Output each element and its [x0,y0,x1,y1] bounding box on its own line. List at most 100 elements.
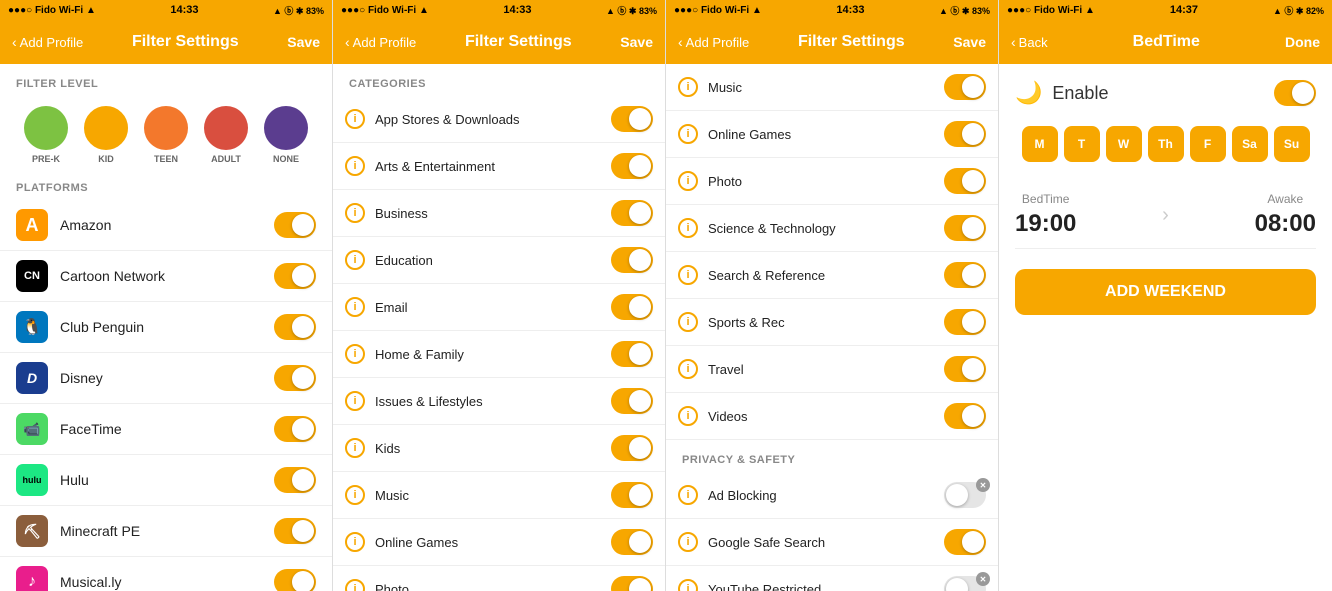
cat3-photo-label: Photo [708,174,944,189]
day-thu[interactable]: Th [1148,126,1184,162]
cat3-travel: i Travel [666,346,998,393]
day-tue[interactable]: T [1064,126,1100,162]
hulu-toggle[interactable] [274,467,316,493]
info-icon-email[interactable]: i [345,297,365,317]
info-icon-science-3[interactable]: i [678,218,698,238]
info-icon-search-3[interactable]: i [678,265,698,285]
cat3-search-toggle[interactable] [944,262,986,288]
nav-done-4[interactable]: Done [1285,34,1320,50]
nav-save-2[interactable]: Save [620,34,653,50]
chevron-left-icon-1: ‹ [12,34,17,50]
cat-business-toggle[interactable] [611,200,653,226]
day-sat[interactable]: Sa [1232,126,1268,162]
cat-home-family-toggle[interactable] [611,341,653,367]
cat3-science-toggle[interactable] [944,215,986,241]
nav-save-1[interactable]: Save [287,34,320,50]
clubpenguin-label: Club Penguin [60,319,274,335]
info-icon-music[interactable]: i [345,485,365,505]
info-icon-ad-blocking[interactable]: i [678,485,698,505]
cat3-travel-toggle[interactable] [944,356,986,382]
cat-education-toggle[interactable] [611,247,653,273]
filter-none[interactable]: NONE [264,106,308,164]
filter-kid[interactable]: KID [84,106,128,164]
facetime-toggle[interactable] [274,416,316,442]
filter-adult[interactable]: ADULT [204,106,248,164]
day-wed[interactable]: W [1106,126,1142,162]
musically-toggle[interactable] [274,569,316,591]
info-icon-photo[interactable]: i [345,579,365,591]
enable-label: Enable [1052,83,1108,104]
filter-prek[interactable]: PRE-K [24,106,68,164]
musically-icon: ♪ [16,566,48,591]
cartoon-icon: CN [16,260,48,292]
clubpenguin-toggle[interactable] [274,314,316,340]
cat3-science-label: Science & Technology [708,221,944,236]
cat-email-toggle[interactable] [611,294,653,320]
cat-app-stores-toggle[interactable] [611,106,653,132]
info-icon-online-games-3[interactable]: i [678,124,698,144]
panel-3: ●●●○ Fido Wi-Fi ▲ 14:33 ▲ ⓑ ✱ 83% ‹ Add … [666,0,999,591]
info-icon-app-stores[interactable]: i [345,109,365,129]
kid-circle [84,106,128,150]
cat3-music-toggle[interactable] [944,74,986,100]
day-sun[interactable]: Su [1274,126,1310,162]
nav-back-4[interactable]: ‹ Back [1011,34,1048,50]
cat-home-family: i Home & Family [333,331,665,378]
info-icon-home-family[interactable]: i [345,344,365,364]
time-row: BedTime 19:00 › Awake 08:00 [1015,182,1316,249]
panel-3-content: i Music i Online Games i Photo i Science… [666,64,998,591]
nav-back-3[interactable]: ‹ Add Profile [678,34,749,50]
nav-bar-1: ‹ Add Profile Filter Settings Save [0,20,332,64]
info-icon-business[interactable]: i [345,203,365,223]
cat-issues: i Issues & Lifestyles [333,378,665,425]
amazon-toggle[interactable] [274,212,316,238]
info-icon-issues[interactable]: i [345,391,365,411]
nav-save-3[interactable]: Save [953,34,986,50]
day-mon[interactable]: M [1022,126,1058,162]
cat-music-toggle[interactable] [611,482,653,508]
cat-arts-toggle[interactable] [611,153,653,179]
cat3-sports-toggle[interactable] [944,309,986,335]
cat-photo-toggle[interactable] [611,576,653,591]
filter-teen[interactable]: TEEN [144,106,188,164]
cat3-photo-toggle[interactable] [944,168,986,194]
info-icon-kids[interactable]: i [345,438,365,458]
bedtime-value[interactable]: 19:00 [1015,210,1076,238]
nav-back-2[interactable]: ‹ Add Profile [345,34,416,50]
cat-photo: i Photo [333,566,665,591]
platform-minecraft: ⛏ Minecraft PE [0,506,332,557]
add-weekend-button[interactable]: ADD WEEKEND [1015,269,1316,315]
info-icon-google-safe[interactable]: i [678,532,698,552]
disney-toggle[interactable] [274,365,316,391]
info-icon-photo-3[interactable]: i [678,171,698,191]
minecraft-toggle[interactable] [274,518,316,544]
awake-value[interactable]: 08:00 [1255,210,1316,238]
info-icon-education[interactable]: i [345,250,365,270]
awake-col-label: Awake [1255,192,1316,206]
cat3-science: i Science & Technology [666,205,998,252]
cat3-music: i Music [666,64,998,111]
day-fri[interactable]: F [1190,126,1226,162]
info-icon-videos-3[interactable]: i [678,406,698,426]
info-icon-music-3[interactable]: i [678,77,698,97]
enable-toggle[interactable] [1274,80,1316,106]
info-icon-youtube[interactable]: i [678,579,698,591]
disney-label: Disney [60,370,274,386]
cat-issues-toggle[interactable] [611,388,653,414]
info-icon-travel-3[interactable]: i [678,359,698,379]
google-safe-toggle[interactable] [944,529,986,555]
cat-online-games-toggle[interactable] [611,529,653,555]
info-icon-online-games[interactable]: i [345,532,365,552]
cat-kids-toggle[interactable] [611,435,653,461]
nav-back-1[interactable]: ‹ Add Profile [12,34,83,50]
info-icon-sports-3[interactable]: i [678,312,698,332]
cat3-videos-toggle[interactable] [944,403,986,429]
panel-1-content: FILTER LEVEL PRE-K KID TEEN ADULT NONE [0,64,332,591]
info-icon-arts[interactable]: i [345,156,365,176]
amazon-icon: A [16,209,48,241]
cat3-online-games-toggle[interactable] [944,121,986,147]
cartoon-toggle[interactable] [274,263,316,289]
status-left-4: ●●●○ Fido Wi-Fi ▲ [1007,5,1095,16]
ad-blocking-label: Ad Blocking [708,488,944,503]
hulu-icon: hulu [16,464,48,496]
